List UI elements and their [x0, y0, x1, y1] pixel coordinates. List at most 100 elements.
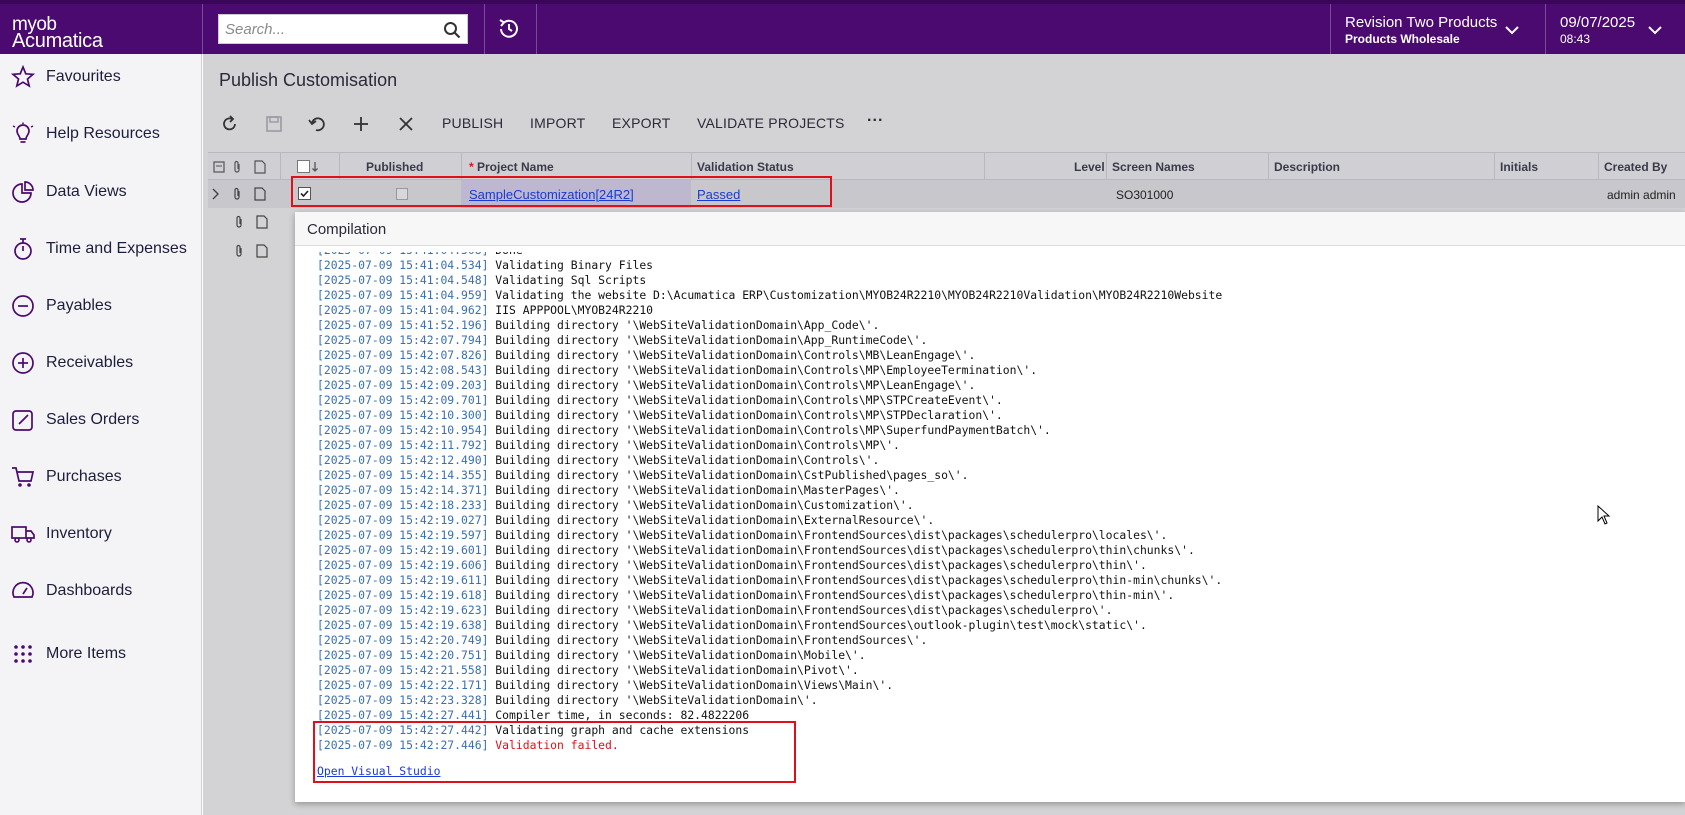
sidebar-item-dashboards[interactable]: Dashboards: [0, 571, 202, 611]
attachment-icon[interactable]: [234, 215, 244, 229]
log-message: Building directory '\WebSiteValidationDo…: [488, 573, 1223, 587]
log-line: [2025-07-09 15:42:08.543] Building direc…: [317, 363, 1677, 378]
export-button[interactable]: EXPORT: [612, 115, 671, 131]
import-button[interactable]: IMPORT: [530, 115, 585, 131]
sidebar-item-inventory[interactable]: Inventory: [0, 514, 202, 554]
log-timestamp: [2025-07-09 15:42:23.328]: [317, 693, 489, 707]
log-message: Building directory '\WebSiteValidationDo…: [488, 513, 935, 527]
chevron-down-icon[interactable]: [1505, 25, 1519, 35]
log-timestamp: [2025-07-09 15:42:09.203]: [317, 378, 489, 392]
log-message: Building directory '\WebSiteValidationDo…: [488, 408, 1003, 422]
column-level[interactable]: Level: [1074, 160, 1105, 174]
publish-button[interactable]: PUBLISH: [442, 115, 503, 131]
log-timestamp: [2025-07-09 15:41:04.534]: [317, 258, 489, 272]
sidebar-item-label: Payables: [46, 297, 112, 314]
history-icon[interactable]: [496, 16, 522, 42]
log-line: [2025-07-09 15:42:21.558] Building direc…: [317, 663, 1677, 678]
note-icon[interactable]: [256, 215, 268, 229]
column-created-by[interactable]: Created By: [1604, 160, 1667, 174]
panel-header: Compilation: [295, 212, 1685, 246]
column-validation-status[interactable]: Validation Status: [697, 160, 794, 174]
note-icon[interactable]: [254, 187, 266, 201]
attachment-icon: [234, 160, 240, 173]
sidebar-item-sales-orders[interactable]: Sales Orders: [0, 400, 202, 440]
log-timestamp: [2025-07-09 15:42:12.490]: [317, 453, 489, 467]
log-line: [2025-07-09 15:41:52.196] Building direc…: [317, 318, 1677, 333]
column-published[interactable]: Published: [366, 160, 423, 174]
note-icon[interactable]: [256, 244, 268, 258]
sidebar-item-label: Dashboards: [46, 582, 133, 599]
log-line: [2025-07-09 15:42:19.606] Building direc…: [317, 558, 1677, 573]
log-message: Compiler time, in seconds: 82.4822206: [488, 708, 750, 722]
sidebar-item-time-and-expenses[interactable]: Time and Expenses: [0, 229, 202, 269]
log-message: Validating the website D:\Acumatica ERP\…: [488, 288, 1223, 302]
log-timestamp: [2025-07-09 15:42:19.638]: [317, 618, 489, 632]
sidebar-item-more-items[interactable]: More Items: [0, 634, 202, 674]
log-message: Building directory '\WebSiteValidationDo…: [488, 318, 880, 332]
sidebar-item-label: Time and Expenses: [46, 240, 187, 257]
more-actions-button[interactable]: ···: [867, 112, 884, 130]
save-icon[interactable]: [264, 114, 284, 134]
edit-icon: [12, 410, 33, 431]
chevron-right-icon[interactable]: [211, 188, 219, 200]
business-time: 08:43: [1560, 32, 1591, 46]
brand-line-2: Acumatica: [12, 30, 103, 52]
log-message: Building directory '\WebSiteValidationDo…: [488, 393, 1003, 407]
date-selector[interactable]: 09/07/2025 08:43: [1560, 14, 1635, 46]
log-line: [2025-07-09 15:42:12.490] Building direc…: [317, 453, 1677, 468]
sidebar-item-label: Inventory: [46, 525, 112, 542]
column-initials[interactable]: Initials: [1500, 160, 1538, 174]
sidebar-item-receivables[interactable]: Receivables: [0, 343, 202, 383]
column-description[interactable]: Description: [1274, 160, 1340, 174]
log-timestamp: [2025-07-09 15:42:19.601]: [317, 543, 489, 557]
search-icon[interactable]: [443, 21, 461, 39]
star-icon: [11, 65, 35, 88]
log-line: [2025-07-09 15:42:10.300] Building direc…: [317, 408, 1677, 423]
sidebar-item-purchases[interactable]: Purchases: [0, 457, 202, 497]
log-line: [2025-07-09 15:42:19.618] Building direc…: [317, 588, 1677, 603]
branch-name: Products Wholesale: [1345, 32, 1460, 46]
column-screen-names[interactable]: Screen Names: [1112, 160, 1195, 174]
sidebar-item-payables[interactable]: Payables: [0, 286, 202, 326]
log-timestamp: [2025-07-09 15:42:19.618]: [317, 588, 489, 602]
validate-projects-button[interactable]: VALIDATE PROJECTS: [697, 115, 845, 131]
divider: [280, 153, 281, 180]
log-message: Building directory '\WebSiteValidationDo…: [488, 528, 1168, 542]
divider: [202, 4, 203, 54]
log-line: [2025-07-09 15:42:19.611] Building direc…: [317, 573, 1677, 588]
log-line: [2025-07-09 15:42:20.749] Building direc…: [317, 633, 1677, 648]
log-line: [2025-07-09 15:41:04.548] Validating Sql…: [317, 273, 1677, 288]
search-input[interactable]: Search...: [225, 21, 285, 38]
sidebar-item-label: Data Views: [46, 183, 127, 200]
select-all-checkbox[interactable]: [297, 160, 321, 174]
chevron-down-icon[interactable]: [1648, 25, 1662, 35]
divider: [536, 4, 537, 54]
log-timestamp: [2025-07-09 15:42:19.597]: [317, 528, 489, 542]
log-message: Building directory '\WebSiteValidationDo…: [488, 453, 880, 467]
log-timestamp: [2025-07-09 15:41:04.508]: [317, 252, 488, 257]
sidebar-item-favourites[interactable]: Favourites: [0, 57, 202, 97]
log-message: Building directory '\WebSiteValidationDo…: [488, 588, 1175, 602]
company-selector[interactable]: Revision Two Products Products Wholesale: [1345, 14, 1497, 46]
sidebar-item-label: Purchases: [46, 468, 122, 485]
column-project-name[interactable]: Project Name: [477, 160, 554, 174]
attachment-icon[interactable]: [232, 187, 242, 201]
page-title: Publish Customisation: [219, 70, 398, 90]
log-line: [2025-07-09 15:41:04.534] Validating Bin…: [317, 258, 1677, 273]
log-timestamp: [2025-07-09 15:42:22.171]: [317, 678, 489, 692]
brand-logo[interactable]: myob Acumatica: [12, 15, 103, 52]
search-box[interactable]: Search...: [218, 14, 468, 44]
log-timestamp: [2025-07-09 15:42:11.792]: [317, 438, 489, 452]
grid-dots-icon: [14, 645, 32, 663]
refresh-icon[interactable]: [220, 114, 240, 134]
sidebar-item-help-resources[interactable]: Help Resources: [0, 114, 202, 154]
log-line: [2025-07-09 15:42:14.371] Building direc…: [317, 483, 1677, 498]
attachment-icon[interactable]: [234, 244, 244, 258]
sidebar-item-data-views[interactable]: Data Views: [0, 172, 202, 212]
undo-icon[interactable]: [307, 114, 327, 134]
divider: [484, 4, 485, 54]
add-icon[interactable]: [351, 114, 371, 134]
log-line: [2025-07-09 15:42:19.638] Building direc…: [317, 618, 1677, 633]
delete-icon[interactable]: [396, 114, 416, 134]
log-timestamp: [2025-07-09 15:41:04.959]: [317, 288, 489, 302]
